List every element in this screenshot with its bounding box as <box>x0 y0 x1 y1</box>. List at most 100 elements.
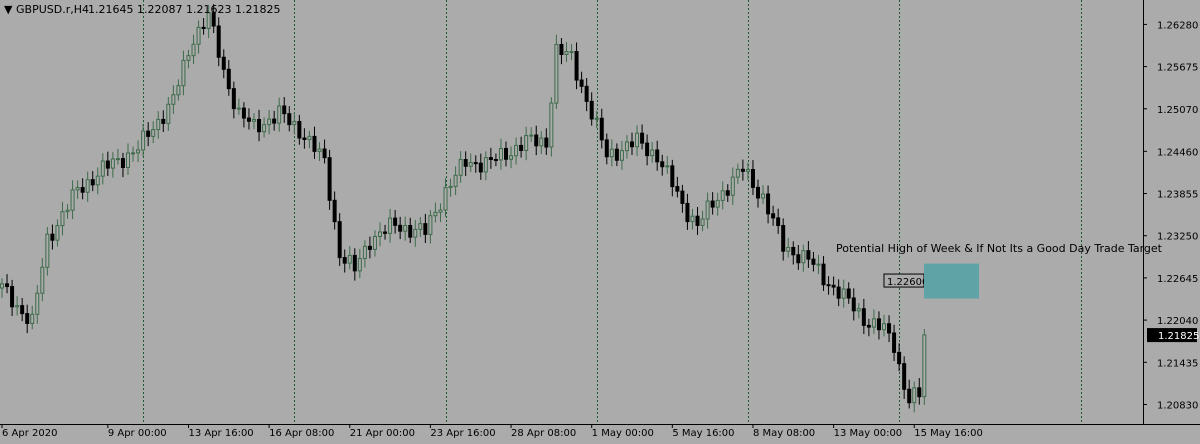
candle-body <box>0 283 4 289</box>
candle-body <box>841 288 846 299</box>
candle-body <box>332 199 337 223</box>
candle-body <box>30 313 35 324</box>
candle-body <box>806 250 811 260</box>
time-tick-label: 23 Apr 16:00 <box>430 428 495 439</box>
candle-body <box>307 135 312 140</box>
candle-body <box>105 160 110 169</box>
candle-body <box>609 148 614 158</box>
candle-body <box>871 318 876 328</box>
candle-body <box>680 190 685 204</box>
candle-body <box>866 324 871 328</box>
candle-body <box>665 165 670 168</box>
candle-body <box>549 102 554 148</box>
candle-body <box>146 130 151 137</box>
time-tick-label: 9 Apr 00:00 <box>108 428 167 439</box>
candle-body <box>811 258 816 265</box>
candle-body <box>876 318 881 331</box>
candle-body <box>166 103 171 124</box>
candle-body <box>287 113 292 126</box>
candle-body <box>20 305 25 315</box>
target-box <box>924 263 979 299</box>
time-tick-label: 21 Apr 00:00 <box>350 428 415 439</box>
candle-body <box>156 118 161 131</box>
candle-body <box>564 51 569 55</box>
price-tick-label: 1.25070 <box>1157 105 1198 116</box>
candle-body <box>115 158 120 161</box>
candle-body <box>40 266 45 294</box>
candle-body <box>272 118 277 124</box>
candle-body <box>372 235 377 250</box>
current-price-tag: 1.21825 <box>1147 328 1199 343</box>
candle-body <box>428 215 433 235</box>
candle-body <box>468 162 473 167</box>
candle-body <box>136 149 141 154</box>
candle-body <box>907 388 912 404</box>
candle-body <box>201 26 206 29</box>
candle-body <box>786 246 791 252</box>
candle-body <box>498 147 503 161</box>
candle-body <box>856 308 861 312</box>
price-tick-label: 1.23855 <box>1157 190 1198 201</box>
candle-body <box>241 107 246 119</box>
candle-body <box>756 186 760 199</box>
time-tick-label: 13 Apr 16:00 <box>188 428 253 439</box>
candle-body <box>120 158 125 168</box>
time-tick-label: 5 May 16:00 <box>672 428 734 439</box>
candle-body <box>912 387 917 404</box>
candle-body <box>413 228 418 238</box>
candle-body <box>95 175 100 186</box>
candle-body <box>816 263 821 266</box>
candle-body <box>362 245 367 259</box>
time-tick-label: 13 May 00:00 <box>834 428 903 439</box>
candle-body <box>836 286 841 299</box>
candle-body <box>75 187 80 191</box>
candle-body <box>483 157 488 173</box>
candle-body <box>322 148 327 159</box>
candle-body <box>594 117 599 120</box>
price-tick-label: 1.22040 <box>1157 316 1198 327</box>
candlestick-chart[interactable]: Potential High of Week & If Not Its a Go… <box>0 0 1200 440</box>
candle-body <box>231 88 236 110</box>
candle-body <box>846 288 851 299</box>
candle-body <box>226 68 231 90</box>
candle-body <box>861 308 866 326</box>
candle-body <box>776 217 781 227</box>
candle-body <box>378 231 382 237</box>
candle-body <box>735 168 740 178</box>
time-tick-label: 6 Apr 2020 <box>2 428 57 439</box>
candle-body <box>892 332 897 353</box>
candle-body <box>695 215 700 226</box>
candle-body <box>504 147 508 160</box>
price-tick-label: 1.24460 <box>1157 147 1198 158</box>
candle-body <box>584 85 589 102</box>
candle-body <box>569 51 574 54</box>
candle-body <box>917 387 922 398</box>
candle-body <box>529 134 534 137</box>
candle-body <box>473 162 478 165</box>
dropdown-arrow-icon[interactable]: ▼ <box>4 3 13 16</box>
candle-body <box>750 169 755 188</box>
candle-body <box>796 254 801 264</box>
candle-body <box>141 130 146 151</box>
candle-body <box>216 25 221 58</box>
candle-body <box>493 158 498 161</box>
candle-body <box>730 176 735 196</box>
candle-body <box>821 263 826 286</box>
candle-body <box>544 137 549 148</box>
candle-body <box>745 169 750 172</box>
candle-body <box>579 79 584 87</box>
candle-body <box>403 224 408 232</box>
candle-body <box>488 157 493 160</box>
candle-body <box>45 233 50 268</box>
candle-body <box>614 148 619 161</box>
candle-body <box>922 334 927 398</box>
candle-body <box>257 118 262 133</box>
price-tick-label: 1.26280 <box>1157 20 1198 31</box>
candle-body <box>15 305 20 308</box>
candle-body <box>393 217 398 226</box>
candle-body <box>196 26 201 45</box>
candle-body <box>423 223 428 235</box>
candle-body <box>433 211 438 217</box>
candle-body <box>342 257 347 264</box>
candle-body <box>367 245 372 250</box>
